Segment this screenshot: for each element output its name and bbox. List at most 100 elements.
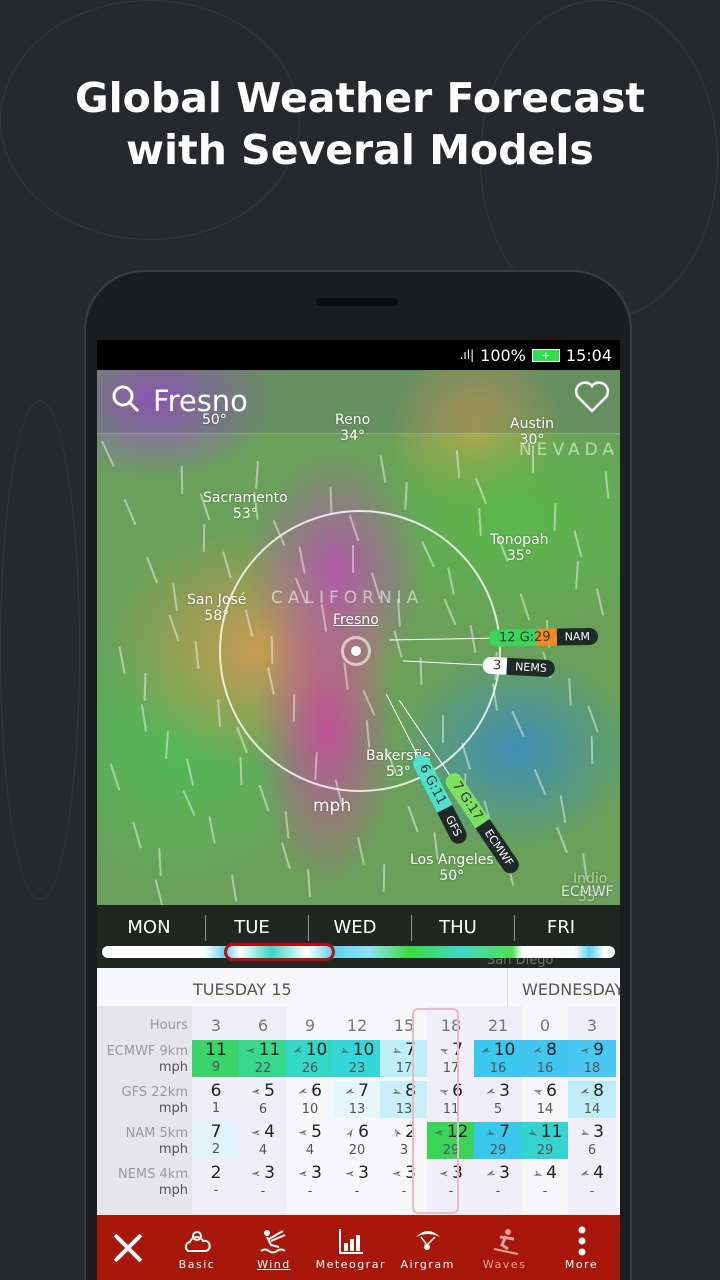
location-pin[interactable] (341, 636, 371, 666)
clock: 15:04 (565, 345, 612, 365)
wind-direction-icon: ➢ (530, 1042, 546, 1060)
nav-meteograr[interactable]: Meteograr (312, 1224, 389, 1271)
model-unit: mph (158, 1183, 188, 1198)
wind-streak (182, 789, 196, 817)
more-vertical-icon (543, 1224, 620, 1258)
hour-column[interactable]: 3 11 9 6 1 7 2 2- (192, 1006, 240, 1214)
phone-speaker (316, 298, 398, 306)
forecast-cell[interactable]: ➢3- (474, 1163, 522, 1200)
pin-dot (351, 646, 361, 656)
forecast-cell[interactable]: ➢3 6 (568, 1122, 616, 1159)
wind-gust: 6 (258, 1102, 268, 1117)
wind-streak (533, 768, 547, 796)
wind-gust: - (542, 1184, 548, 1199)
day-tab[interactable]: WED (303, 917, 407, 938)
model-flag-nam[interactable]: 12 G:29 NAM (388, 627, 599, 649)
cloud-sun-icon (159, 1224, 236, 1258)
forecast-cell[interactable]: 61 (192, 1081, 240, 1118)
hour-column[interactable]: 12 ➢10 23 ➢7 13 ➢6 20 ➢ 3- (333, 1006, 381, 1214)
forecast-cell[interactable]: ➢6 20 (333, 1122, 381, 1159)
forecast-cell[interactable]: ➢10 23 (333, 1040, 381, 1077)
day-tab[interactable]: THU (406, 917, 510, 938)
city-name: Sacramento (203, 490, 288, 506)
wind-streak (478, 507, 482, 537)
day-selector[interactable]: San Diego MON TUE WED THU FRI (97, 905, 620, 968)
nav-airgram[interactable]: Airgram (389, 1224, 466, 1271)
nav-close[interactable] (97, 1231, 159, 1265)
forecast-cell[interactable]: ➢6 10 (286, 1081, 334, 1118)
wind-direction-icon: ➢ (389, 1083, 405, 1101)
nav-waves[interactable]: Waves (466, 1224, 543, 1271)
wind-speed: 11 (258, 1040, 281, 1060)
hour-column[interactable]: 6 ➢ 11 22 ➢ 5 6 ➢ 4 4 ➢ 3- (239, 1006, 287, 1214)
location-name[interactable]: Fresno (153, 384, 248, 418)
wind-speed: 7 (210, 1122, 222, 1142)
forecast-cell[interactable]: ➢3 5 (474, 1081, 522, 1118)
forecast-cell[interactable]: 72 (192, 1122, 240, 1159)
model-row-label: NAM 5km mph (126, 1126, 188, 1158)
wind-gust: 1 (211, 1101, 221, 1116)
timeline-selection[interactable] (224, 943, 335, 961)
forecast-cell[interactable]: ➢3- (333, 1163, 381, 1200)
wind-map[interactable]: Fresno 50° Reno 34° Austin 30° NEVADA Sacr… (97, 370, 620, 905)
forecast-cell[interactable]: ➢ 4 4 (239, 1122, 287, 1159)
wind-streak (474, 477, 488, 505)
forecast-cell[interactable]: ➢6 14 (521, 1081, 569, 1118)
wind-streak (168, 614, 180, 642)
hour-column[interactable]: 3 ➢ 9 18 ➢8 14 ➢3 6 ➢4- (568, 1006, 616, 1214)
wind-direction-icon: ➢ (478, 1042, 493, 1060)
nav-wind[interactable]: Wind (235, 1224, 312, 1271)
wind-gust: 2 (211, 1142, 221, 1157)
day-tab[interactable]: TUE (200, 917, 304, 938)
forecast-cell[interactable]: ➢3- (286, 1163, 334, 1200)
wind-streak (559, 795, 567, 823)
forecast-cell[interactable]: ➢10 26 (286, 1040, 334, 1077)
nav-more[interactable]: More (543, 1224, 620, 1271)
hour-column[interactable]: 0 ➢8 16 ➢6 14 ➢11 29 ➢4- (521, 1006, 569, 1214)
wind-direction-icon: ➢ (483, 1124, 499, 1142)
day-tab[interactable]: FRI (509, 917, 613, 938)
forecast-cell[interactable]: ➢11 29 (521, 1122, 569, 1159)
forecast-cell[interactable]: ➢8 16 (521, 1040, 569, 1077)
forecast-cell[interactable]: ➢10 16 (474, 1040, 522, 1077)
wind-speed: 10 (493, 1040, 516, 1060)
flag-model: NAM (556, 627, 599, 646)
wind-gust: 22 (254, 1061, 272, 1076)
wind-speed: 7 (358, 1081, 369, 1101)
day-header: WEDNESDAY (522, 980, 620, 999)
wind-speed: 3 (499, 1081, 510, 1101)
wind-direction-icon: ➢ (577, 1124, 593, 1142)
wind-streak (587, 705, 599, 733)
nav-basic[interactable]: Basic (159, 1224, 236, 1271)
search-icon[interactable] (111, 384, 141, 414)
wind-timeline-strip[interactable] (102, 946, 615, 958)
forecast-cell[interactable]: ➢ 9 18 (568, 1040, 616, 1077)
forecast-cell[interactable]: 11 9 (192, 1040, 240, 1077)
forecast-cell[interactable]: ➢ 5 4 (286, 1122, 334, 1159)
wind-gust: 29 (489, 1143, 507, 1158)
wind-gust: 6 (587, 1143, 597, 1158)
day-tab[interactable]: MON (97, 917, 201, 938)
pin-label[interactable]: Fresno (333, 612, 379, 628)
nav-label: More (564, 1258, 599, 1271)
forecast-cell[interactable]: ➢7 13 (333, 1081, 381, 1118)
wind-direction-icon: ➢ (530, 1165, 546, 1183)
status-bar: .ıl| 100% + 15:04 (97, 340, 620, 370)
forecast-cell[interactable]: ➢4- (521, 1163, 569, 1200)
wind-streak (230, 874, 238, 902)
forecast-cell[interactable]: ➢ 11 22 (239, 1040, 287, 1077)
forecast-cell[interactable]: 2- (192, 1163, 240, 1200)
wind-speed: 2 (210, 1163, 222, 1183)
forecast-cell[interactable]: ➢4- (568, 1163, 616, 1200)
hour-column[interactable]: 9 ➢10 26 ➢6 10 ➢ 5 4 ➢ 3- (286, 1006, 334, 1214)
forecast-cell[interactable]: ➢8 14 (568, 1081, 616, 1118)
forecast-cell[interactable]: ➢3- (239, 1163, 287, 1200)
wind-speed: 3 (311, 1163, 322, 1183)
heart-icon[interactable] (574, 380, 610, 414)
forecast-cell[interactable]: ➢ 5 6 (239, 1081, 287, 1118)
wind-direction-icon: ➢ (298, 1167, 309, 1181)
forecast-cell[interactable]: ➢7 29 (474, 1122, 522, 1159)
headline-line: Global Weather Forecast (74, 74, 646, 122)
hour-column[interactable]: 21 ➢10 16 ➢3 5 ➢7 29 ➢3- (474, 1006, 522, 1214)
close-icon (97, 1231, 159, 1265)
